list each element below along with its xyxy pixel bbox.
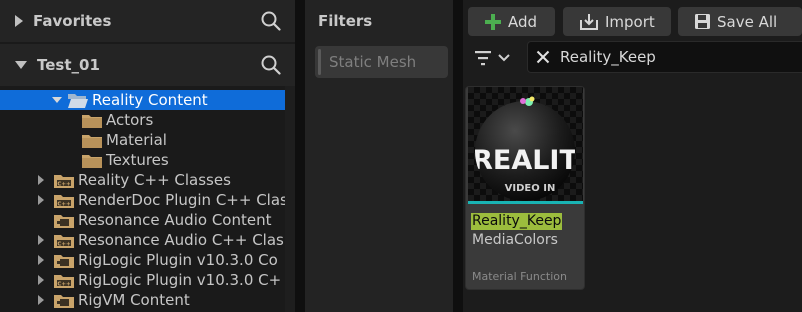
expand-arrow-icon[interactable] bbox=[38, 195, 44, 205]
favorites-label: Favorites bbox=[33, 12, 112, 30]
plus-icon bbox=[485, 13, 501, 30]
collapse-arrow-icon[interactable] bbox=[15, 61, 27, 69]
asset-name: Reality_Keep bbox=[471, 213, 563, 230]
add-button[interactable]: Add bbox=[468, 7, 555, 36]
import-icon bbox=[580, 13, 598, 30]
folder-open-icon bbox=[68, 93, 88, 108]
tree-item[interactable]: Material bbox=[0, 130, 295, 150]
project-label: Test_01 bbox=[37, 56, 100, 74]
import-label: Import bbox=[605, 12, 655, 31]
tree-item[interactable]: Textures bbox=[0, 150, 295, 170]
project-header[interactable]: Test_01 bbox=[0, 44, 295, 86]
search-value: Reality_Keep bbox=[560, 48, 656, 66]
svg-text:C++: C++ bbox=[57, 201, 71, 207]
search-icon[interactable] bbox=[261, 11, 281, 31]
tree-item-label: RigLogic Plugin v10.3.0 C+ bbox=[78, 271, 282, 289]
cpp-folder-icon: C++ bbox=[54, 233, 74, 248]
tree-item-label: Reality C++ Classes bbox=[78, 171, 231, 189]
expand-arrow-icon[interactable] bbox=[38, 175, 44, 185]
tree-item[interactable]: C++ Reality C++ Classes bbox=[0, 170, 295, 190]
add-label: Add bbox=[508, 12, 538, 31]
svg-text:C++: C++ bbox=[57, 281, 71, 287]
tree-scrollbar[interactable] bbox=[285, 86, 295, 312]
expand-arrow-icon[interactable] bbox=[38, 275, 44, 285]
tree-item-label: Material bbox=[106, 131, 167, 149]
search-row: Reality_Keep bbox=[463, 40, 802, 74]
content-panel: Add Import Save All Reality_Keep REALIT … bbox=[463, 0, 802, 312]
filter-chip-color-bar bbox=[318, 49, 321, 75]
expand-arrow-icon[interactable] bbox=[38, 295, 44, 305]
sources-panel: Favorites Test_01 Reality Content Actors M… bbox=[0, 0, 295, 312]
tree-item[interactable]: C++ Resonance Audio C++ Clas bbox=[0, 230, 295, 250]
folder-tree: Reality Content Actors Material Textures C++… bbox=[0, 86, 295, 312]
cpp-folder-icon: C++ bbox=[54, 173, 74, 188]
save-all-button[interactable]: Save All bbox=[678, 7, 802, 36]
plugin-folder-icon bbox=[54, 293, 74, 308]
tree-item[interactable]: Resonance Audio Content bbox=[0, 210, 295, 230]
tree-item-label: Textures bbox=[106, 151, 169, 169]
search-icon[interactable] bbox=[261, 55, 281, 75]
tree-item-label: Resonance Audio C++ Clas bbox=[78, 231, 284, 249]
thumb-logo-text: REALIT bbox=[472, 145, 578, 176]
expand-arrow-icon[interactable] bbox=[15, 15, 23, 27]
asset-thumbnail: REALIT VIDEO IN bbox=[468, 87, 583, 201]
filters-panel: Filters Static Mesh bbox=[305, 0, 453, 312]
save-icon bbox=[695, 14, 710, 29]
cpp-folder-icon: C++ bbox=[54, 193, 74, 208]
tree-item[interactable]: Reality Content bbox=[0, 90, 285, 110]
svg-text:C++: C++ bbox=[57, 181, 71, 187]
svg-text:C++: C++ bbox=[57, 241, 71, 247]
panel-splitter[interactable] bbox=[453, 0, 463, 312]
collapse-arrow-icon[interactable] bbox=[52, 97, 62, 103]
tree-item[interactable]: Actors bbox=[0, 110, 295, 130]
favorites-header[interactable]: Favorites bbox=[0, 0, 295, 42]
panel-splitter[interactable] bbox=[295, 0, 305, 312]
tree-item-label: RigVM Content bbox=[78, 291, 190, 309]
clear-search-icon[interactable] bbox=[536, 50, 550, 64]
expand-arrow-icon[interactable] bbox=[38, 235, 44, 245]
plugin-folder-icon bbox=[54, 213, 74, 228]
asset-type-color-bar bbox=[468, 201, 583, 204]
tree-item[interactable]: RigLogic Plugin v10.3.0 Co bbox=[0, 250, 295, 270]
expand-arrow-icon[interactable] bbox=[38, 255, 44, 265]
tree-item-label: Reality Content bbox=[92, 91, 208, 109]
search-input[interactable]: Reality_Keep bbox=[527, 41, 802, 73]
save-all-label: Save All bbox=[717, 12, 778, 31]
tree-item[interactable]: C++ RenderDoc Plugin C++ Clas bbox=[0, 190, 295, 210]
material-sphere-thumbnail: REALIT VIDEO IN bbox=[468, 87, 583, 201]
folder-icon bbox=[82, 113, 102, 128]
asset-tile[interactable]: REALIT VIDEO IN Reality_Keep MediaColors… bbox=[465, 86, 585, 290]
thumb-logo-subtext: VIDEO IN bbox=[505, 183, 556, 194]
tree-item-label: Actors bbox=[106, 111, 154, 129]
tree-item[interactable]: RigVM Content bbox=[0, 290, 295, 310]
filter-chip-static-mesh[interactable]: Static Mesh bbox=[315, 46, 448, 78]
tree-item-label: RigLogic Plugin v10.3.0 Co bbox=[78, 251, 278, 269]
tree-item-label: Resonance Audio Content bbox=[78, 211, 272, 229]
plugin-folder-icon bbox=[54, 253, 74, 268]
folder-icon bbox=[82, 153, 102, 168]
tree-item[interactable]: C++ RigLogic Plugin v10.3.0 C+ bbox=[0, 270, 295, 290]
folder-icon bbox=[82, 133, 102, 148]
filter-dropdown-icon[interactable] bbox=[475, 49, 515, 67]
filter-chip-label: Static Mesh bbox=[329, 53, 417, 71]
asset-path: MediaColors bbox=[472, 232, 558, 248]
import-button[interactable]: Import bbox=[563, 7, 671, 36]
cpp-folder-icon: C++ bbox=[54, 273, 74, 288]
asset-type: Material Function bbox=[472, 270, 567, 283]
tree-item-label: RenderDoc Plugin C++ Clas bbox=[78, 191, 288, 209]
filters-title: Filters bbox=[318, 12, 373, 30]
